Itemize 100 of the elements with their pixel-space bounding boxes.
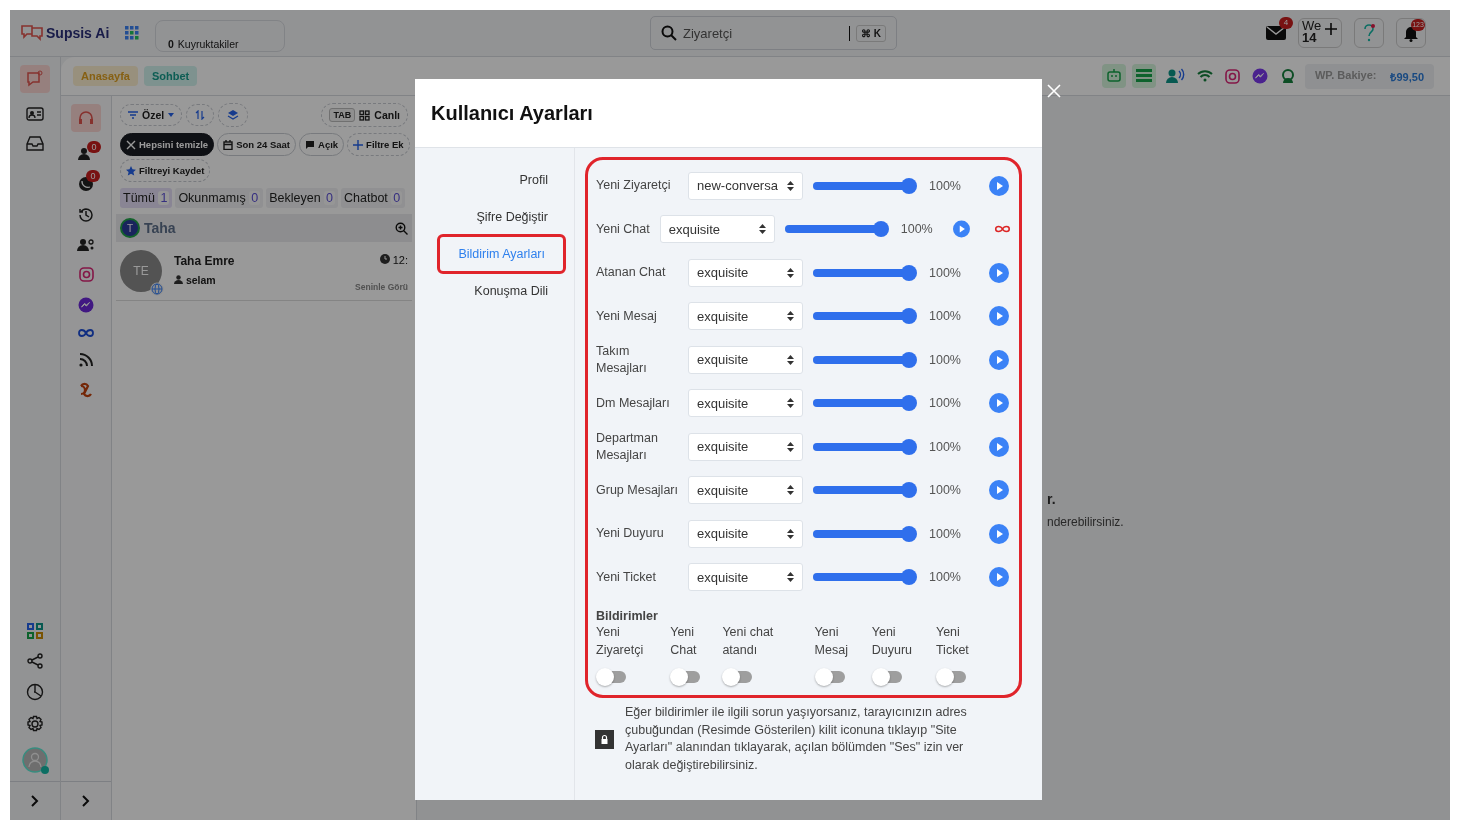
play-button[interactable] xyxy=(989,567,1009,588)
knot-logo-icon[interactable] xyxy=(78,382,94,398)
mail-icon[interactable] xyxy=(1266,26,1286,40)
sort-caret-icon xyxy=(758,224,766,235)
star-icon xyxy=(126,165,136,176)
close-icon[interactable] xyxy=(1047,84,1061,98)
chevron-right-icon[interactable] xyxy=(31,795,39,807)
play-button[interactable] xyxy=(989,393,1009,414)
settings-menu-item[interactable]: Konuşma Dili xyxy=(474,281,548,301)
volume-reading: 100% xyxy=(929,570,962,585)
lock-icon xyxy=(595,729,614,749)
play-button[interactable] xyxy=(989,262,1009,283)
messenger-icon[interactable] xyxy=(1251,68,1268,84)
dashboard-icon[interactable] xyxy=(27,623,43,639)
empty-state-text: nderebilirsiniz. xyxy=(1047,515,1124,529)
wifi-icon[interactable] xyxy=(1196,70,1213,82)
sort-caret-icon xyxy=(787,441,794,452)
chevron-right-icon[interactable] xyxy=(82,795,90,807)
play-button[interactable] xyxy=(989,523,1009,544)
volume-reading: 100% xyxy=(929,526,962,541)
calendar-icon xyxy=(223,139,234,150)
infinity-icon[interactable] xyxy=(77,328,95,338)
play-button[interactable] xyxy=(953,219,971,240)
chat-nav-button[interactable] xyxy=(20,65,50,93)
headset-nav-button[interactable] xyxy=(71,104,101,132)
sort-caret-icon xyxy=(787,311,794,322)
voice-user-icon[interactable] xyxy=(1164,68,1185,84)
logo-icon xyxy=(20,24,44,42)
sort-caret-icon xyxy=(787,572,794,583)
toggle-switch[interactable] xyxy=(939,671,966,683)
volume-reading: 100% xyxy=(929,352,962,367)
sound-select[interactable]: exquisite xyxy=(688,519,803,548)
sound-label: Dm Mesajları xyxy=(596,394,671,412)
search-icon xyxy=(661,25,677,41)
chat-tab[interactable]: Chatbot 0 xyxy=(341,188,406,208)
caret-icon xyxy=(168,113,175,117)
volume-reading: 100% xyxy=(929,483,962,498)
sound-select[interactable]: new-conversa xyxy=(688,171,803,200)
user-avatar[interactable] xyxy=(22,747,48,773)
group-header[interactable]: T Taha xyxy=(116,214,412,242)
settings-menu-item[interactable]: Şifre Değiştir xyxy=(476,207,548,227)
team-button[interactable]: We 14 xyxy=(1298,18,1342,48)
headset-icon xyxy=(78,110,94,126)
contact-card-icon[interactable] xyxy=(26,107,44,121)
sound-select[interactable]: exquisite xyxy=(688,563,803,592)
users-settings-icon[interactable] xyxy=(77,238,95,252)
sort-caret-icon xyxy=(787,180,794,191)
search-field[interactable]: Ziyaretçi ⌘ K xyxy=(650,16,897,50)
inbox-icon[interactable] xyxy=(26,135,44,151)
toggle-label: Yeni Mesaj xyxy=(814,624,849,659)
chat-tab[interactable]: Okunmamış 0 xyxy=(175,188,264,208)
headset-user-icon[interactable] xyxy=(1279,68,1296,84)
settings-menu-item[interactable]: Bildirim Ayarları xyxy=(437,234,566,274)
pie-chart-icon[interactable] xyxy=(26,683,44,701)
sound-select[interactable]: exquisite xyxy=(659,215,775,244)
play-button[interactable] xyxy=(989,306,1009,327)
group-avatar: T xyxy=(120,218,140,238)
chat-tab[interactable]: Tümü 1 xyxy=(120,188,173,208)
conversation-note: Seninle Görü xyxy=(355,282,408,292)
sort-caret-icon xyxy=(787,485,794,496)
brand-name[interactable]: Supsis Ai xyxy=(46,25,110,41)
instagram-icon[interactable] xyxy=(78,267,94,282)
sound-select[interactable]: exquisite xyxy=(688,476,803,505)
messenger-icon[interactable] xyxy=(78,297,94,313)
sound-label: Yeni Ticket xyxy=(596,568,657,586)
conversation-item[interactable]: TE Taha Emre selam 12: Seninle Görü xyxy=(116,248,412,301)
chat-tab[interactable]: Bekleyen 0 xyxy=(266,188,339,208)
infinity-icon[interactable] xyxy=(994,224,1011,235)
toggle-switch[interactable] xyxy=(818,671,845,683)
filter-icon xyxy=(128,111,138,119)
settings-icon[interactable] xyxy=(26,715,44,733)
sound-select[interactable]: exquisite xyxy=(688,389,803,418)
contact-avatar: TE xyxy=(120,250,162,292)
sound-select[interactable]: exquisite xyxy=(688,432,803,461)
volume-reading: 100% xyxy=(929,178,962,193)
apps-grid-icon[interactable] xyxy=(125,26,140,40)
sound-label: Yeni Ziyaretçi xyxy=(596,177,672,195)
sound-label: Departman Mesajları xyxy=(596,429,659,464)
instagram-icon[interactable] xyxy=(1224,68,1240,84)
play-button[interactable] xyxy=(989,436,1009,457)
share-icon[interactable] xyxy=(27,653,43,669)
history-icon[interactable] xyxy=(78,207,94,223)
sound-select[interactable]: exquisite xyxy=(688,345,803,374)
zoom-in-icon[interactable] xyxy=(395,221,408,235)
sound-label: Yeni Duyuru xyxy=(596,525,665,543)
toggle-switch[interactable] xyxy=(875,671,902,683)
queue-tab[interactable]: 0 Kuyruktakiler xyxy=(155,20,285,52)
volume-reading: 100% xyxy=(929,396,962,411)
play-button[interactable] xyxy=(989,349,1009,370)
play-button[interactable] xyxy=(989,480,1009,501)
help-button[interactable] xyxy=(1354,18,1384,48)
rss-icon[interactable] xyxy=(79,353,93,367)
sound-select[interactable]: exquisite xyxy=(688,302,803,331)
bot-button[interactable] xyxy=(1101,64,1126,88)
play-button[interactable] xyxy=(989,175,1009,196)
settings-menu-item[interactable]: Profil xyxy=(519,170,548,190)
sound-select[interactable]: exquisite xyxy=(688,258,803,287)
clear-filters-button[interactable]: Hepsini temizle xyxy=(120,133,215,156)
list-button[interactable] xyxy=(1131,64,1156,88)
volume-reading: 100% xyxy=(929,439,962,454)
